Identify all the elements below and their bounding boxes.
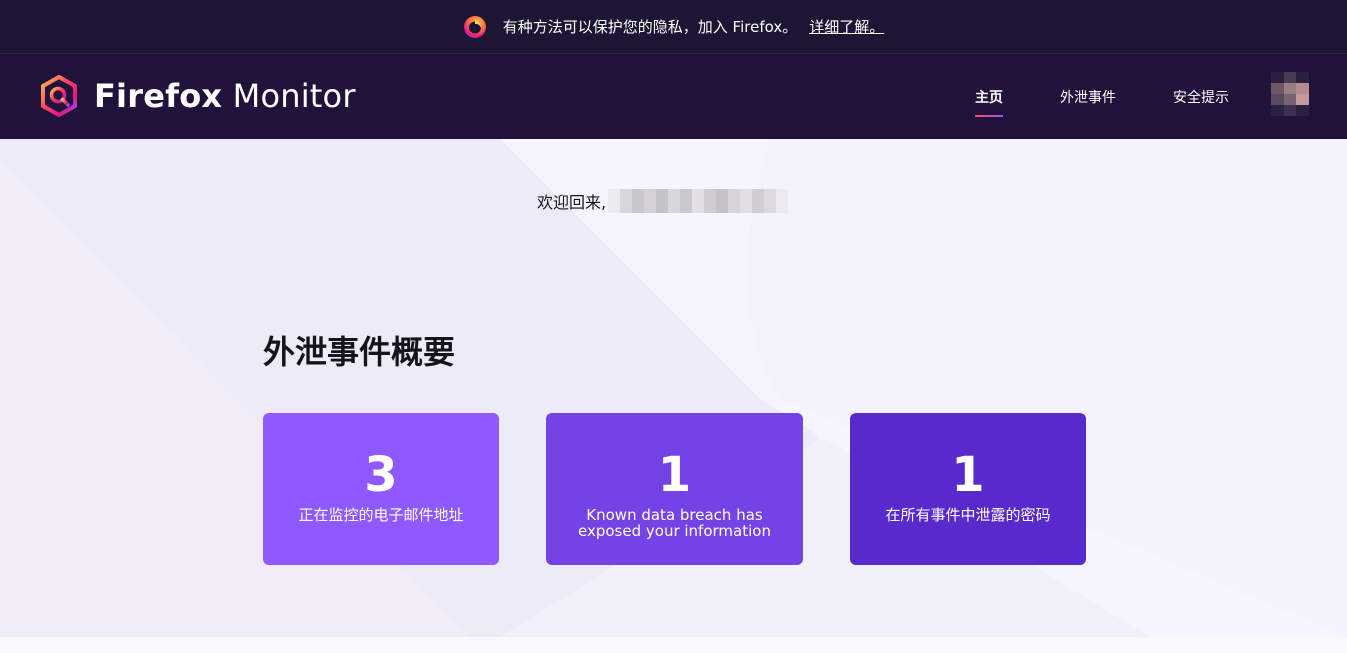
nav-links: 主页 外泄事件 安全提示 <box>918 54 1229 139</box>
welcome-message: 欢迎回来, <box>537 189 789 213</box>
stat-card-exposed-passwords[interactable]: 1 在所有事件中泄露的密码 <box>850 413 1086 565</box>
stat-value: 1 <box>657 447 692 503</box>
nav-link-home[interactable]: 主页 <box>975 83 1003 117</box>
page-bottom <box>0 637 1347 653</box>
brand-wordmark: Firefox Monitor <box>94 77 356 115</box>
welcome-text: 欢迎回来, <box>537 193 607 212</box>
stat-label: 正在监控的电子邮件地址 <box>298 506 464 524</box>
nav-link-security-tips[interactable]: 安全提示 <box>1173 83 1229 111</box>
stat-card-known-breaches[interactable]: 1 Known data breach has exposed your inf… <box>546 413 803 565</box>
dashboard-hero: 欢迎回来, 外泄事件概要 3 正在监控的电子邮件地址 1 Known data … <box>0 139 1347 637</box>
stat-value: 3 <box>364 447 398 503</box>
nav-link-breaches[interactable]: 外泄事件 <box>1060 83 1116 111</box>
monitor-logo-icon <box>41 75 77 117</box>
stat-label: Known data breach has exposed your infor… <box>578 506 771 540</box>
stat-card-emails-monitored[interactable]: 3 正在监控的电子邮件地址 <box>263 413 499 565</box>
learn-more-link[interactable]: 详细了解。 <box>809 16 884 37</box>
stat-label: 在所有事件中泄露的密码 <box>885 506 1051 524</box>
redacted-email <box>608 189 789 213</box>
main-nav: Firefox Monitor 主页 外泄事件 安全提示 <box>0 54 1347 139</box>
promo-banner: 有种方法可以保护您的隐私，加入 Firefox。 详细了解。 <box>0 0 1347 54</box>
user-avatar[interactable] <box>1271 72 1309 116</box>
promo-text: 有种方法可以保护您的隐私，加入 Firefox。 <box>502 18 798 36</box>
section-title: 外泄事件概要 <box>263 333 456 371</box>
brand-logo[interactable]: Firefox Monitor <box>40 75 356 117</box>
stat-value: 1 <box>951 447 985 503</box>
firefox-icon <box>463 15 486 38</box>
